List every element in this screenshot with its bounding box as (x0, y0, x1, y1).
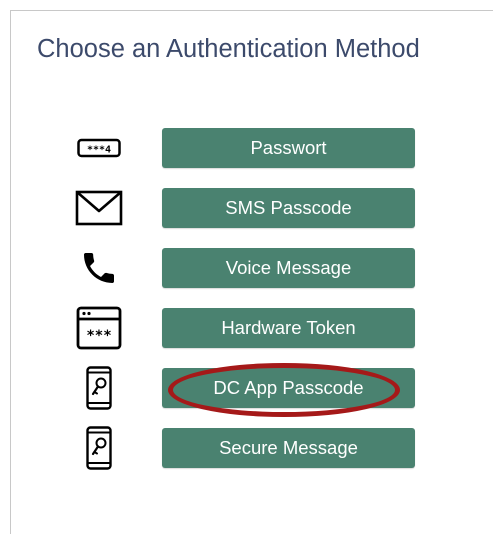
method-row-voice: Voice Message (11, 247, 491, 289)
method-row-sms: SMS Passcode (11, 187, 491, 229)
dc-app-passcode-button[interactable]: DC App Passcode (162, 368, 415, 408)
svg-text:***4: ***4 (87, 145, 111, 156)
method-row-hardware-token: *** Hardware Token (11, 306, 491, 350)
secure-message-button[interactable]: Secure Message (162, 428, 415, 468)
svg-text:***: *** (86, 328, 111, 344)
hardware-token-button[interactable]: Hardware Token (162, 308, 415, 348)
phone-key-icon (71, 426, 127, 470)
method-row-secure-message: Secure Message (11, 426, 491, 470)
hardware-token-icon: *** (71, 306, 127, 350)
phone-icon (71, 247, 127, 289)
method-row-password: ***4 Passwort (11, 127, 491, 169)
envelope-icon (71, 187, 127, 229)
password-field-icon: ***4 (71, 127, 127, 169)
sms-passcode-button[interactable]: SMS Passcode (162, 188, 415, 228)
method-row-dc-app: DC App Passcode (11, 366, 491, 410)
page-title: Choose an Authentication Method (37, 35, 420, 63)
password-button[interactable]: Passwort (162, 128, 415, 168)
voice-message-button[interactable]: Voice Message (162, 248, 415, 288)
auth-method-panel: Choose an Authentication Method ***4 Pas… (10, 10, 493, 534)
phone-key-icon (71, 366, 127, 410)
